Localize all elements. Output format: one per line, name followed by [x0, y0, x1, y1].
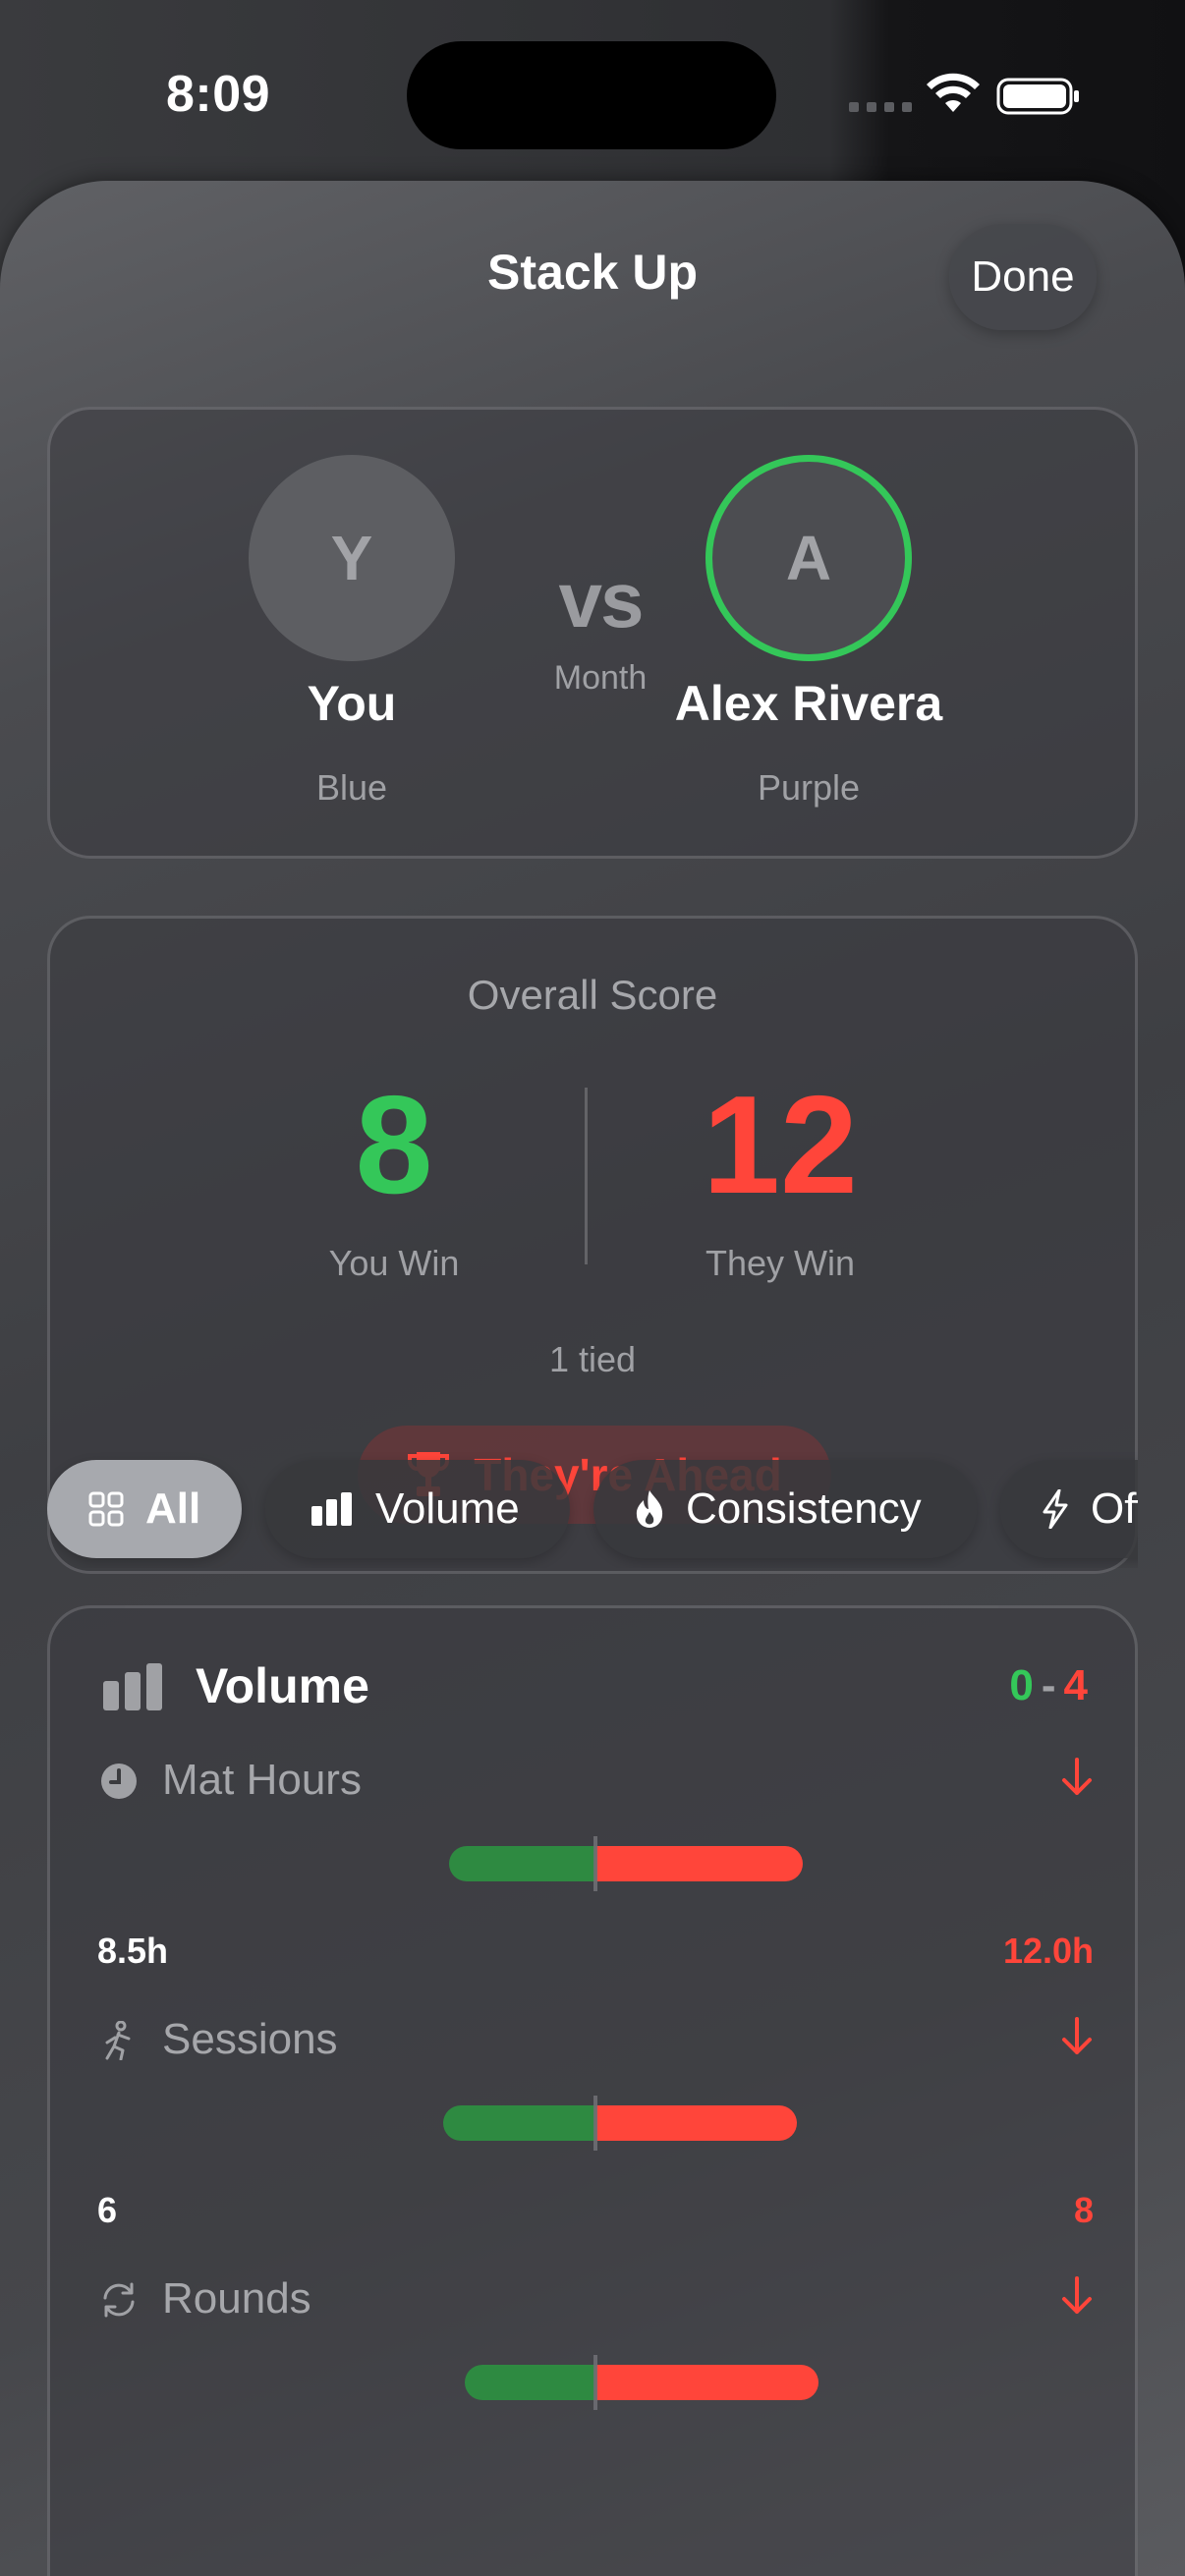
volume-score: 0-4 [1009, 1661, 1088, 1710]
bar-chart-icon [103, 1663, 162, 1710]
metric-sessions: Sessions 6 8 [50, 2015, 1141, 2274]
volume-title: Volume [196, 1658, 369, 1713]
grid-icon [88, 1491, 124, 1527]
battery-icon [996, 78, 1079, 115]
done-button[interactable]: Done [949, 224, 1097, 330]
metric-label: Rounds [162, 2274, 311, 2323]
metric-rounds: Rounds [50, 2274, 1141, 2534]
metric-mat-hours: Mat Hours 8.5h 12.0h [50, 1756, 1141, 2015]
refresh-icon [103, 2282, 135, 2318]
filter-chips: All Volume Consistency Offense [47, 1450, 1138, 1568]
bar-you [465, 2365, 595, 2400]
cellular-dots-icon [849, 102, 912, 112]
chip-volume[interactable]: Volume [265, 1460, 570, 1558]
volume-score-them: 4 [1063, 1661, 1088, 1709]
arrow-down-icon [1062, 1758, 1092, 1795]
arrow-down-icon [1062, 2017, 1092, 2054]
bar-center-line [593, 2355, 597, 2410]
wifi-icon [927, 73, 980, 112]
metric-label: Mat Hours [162, 1756, 362, 1804]
chip-all-label: All [145, 1484, 201, 1533]
figure-icon [105, 2021, 131, 2060]
avatar-you: Y [249, 455, 455, 661]
dynamic-island [407, 41, 776, 149]
bar-opponent [595, 2365, 818, 2400]
matchup-card: Y You Blue vs Month A Alex Rivera Purple [47, 407, 1138, 859]
chip-offense-label: Offense [1091, 1484, 1138, 1533]
screen: 8:09 Stack Up Done Y You Blue vs Month A… [0, 0, 1185, 2576]
metric-value-you: 6 [97, 2190, 118, 2230]
score-title: Overall Score [467, 972, 718, 1018]
you-score: 8 [355, 1067, 433, 1223]
arrow-down-icon [1062, 2276, 1092, 2314]
metric-value-opponent: 12.0h [1002, 1931, 1094, 1971]
bar-opponent [595, 2105, 797, 2141]
they-win-label: They Win [705, 1243, 856, 1283]
volume-score-dash: - [1041, 1661, 1056, 1709]
bar-center-line [593, 2096, 597, 2151]
flame-icon [636, 1490, 663, 1528]
bar-you [449, 1846, 595, 1881]
score-divider [585, 1088, 588, 1264]
chip-all[interactable]: All [47, 1460, 242, 1558]
opponent-score: 12 [703, 1067, 858, 1223]
chip-consistency[interactable]: Consistency [593, 1460, 977, 1558]
metric-value-opponent: 8 [1073, 2190, 1094, 2230]
bar-center-line [593, 1836, 597, 1891]
bar-chart-icon [311, 1492, 352, 1526]
volume-score-you: 0 [1009, 1661, 1034, 1709]
metric-value-you: 8.5h [97, 1931, 169, 1971]
opponent-team: Purple [757, 767, 861, 808]
bolt-icon [1043, 1489, 1068, 1529]
volume-card: Volume 0-4 Mat Hours 8.5h 12.0h Sessions… [47, 1605, 1138, 2576]
avatar-opponent[interactable]: A [705, 455, 912, 661]
chip-offense[interactable]: Offense [1000, 1460, 1138, 1558]
vs-label: vs [558, 556, 645, 644]
bar-opponent [595, 1846, 803, 1881]
you-win-label: You Win [328, 1243, 460, 1283]
bar-you [443, 2105, 595, 2141]
you-name: You [307, 676, 397, 731]
chip-consistency-label: Consistency [686, 1484, 922, 1533]
metric-label: Sessions [162, 2015, 338, 2063]
status-time: 8:09 [165, 66, 271, 123]
you-team: Blue [315, 767, 388, 808]
chip-volume-label: Volume [375, 1484, 520, 1533]
tied-count: 1 tied [548, 1339, 637, 1379]
clock-icon [101, 1764, 137, 1799]
opponent-name: Alex Rivera [674, 676, 943, 731]
